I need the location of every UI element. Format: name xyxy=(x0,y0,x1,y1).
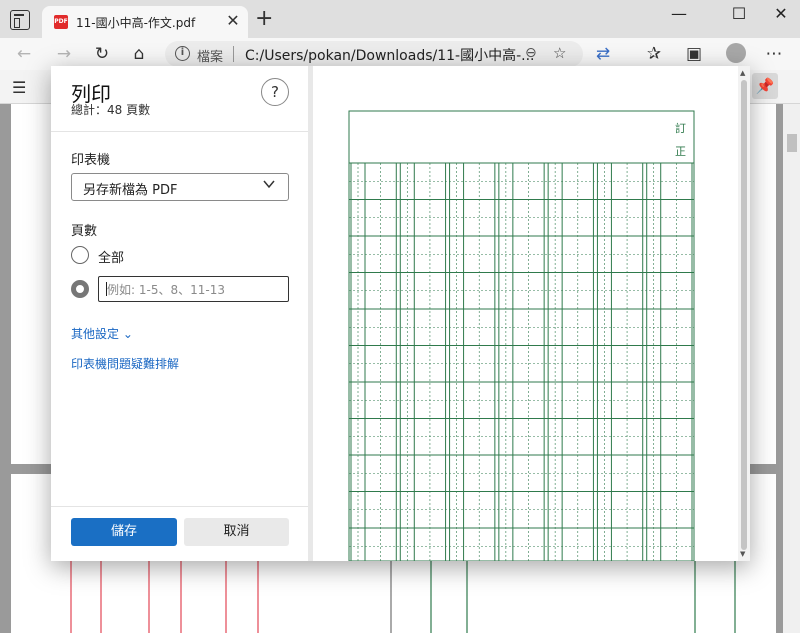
page-scrollbar[interactable] xyxy=(783,104,800,633)
window-menu-icon[interactable] xyxy=(10,10,30,30)
minimize-button[interactable]: — xyxy=(664,4,694,24)
help-icon[interactable]: ? xyxy=(261,78,289,106)
page-range-input[interactable]: 例如: 1-5、8、11-13 xyxy=(98,276,289,302)
troubleshoot-link[interactable]: 印表機問題疑難排解 xyxy=(71,355,179,372)
save-button[interactable]: 儲存 xyxy=(71,518,177,546)
new-tab-icon[interactable]: + xyxy=(255,8,273,30)
radio-all-pages[interactable] xyxy=(71,246,89,264)
address-bar[interactable]: i 檔案 C:/Users/pokan/Downloads/11-國小中高-..… xyxy=(165,41,583,67)
table-of-contents-icon[interactable]: ☰ xyxy=(12,78,26,97)
divider xyxy=(51,131,308,132)
composition-grid xyxy=(348,110,695,561)
printer-selected-value: 另存新檔為 PDF xyxy=(83,183,178,198)
print-dialog: 列印 總計：48 頁數 ? 印表機 另存新檔為 PDF 頁數 全部 例如: 1-… xyxy=(51,66,750,561)
tab-active[interactable]: PDF 11-國小中高-作文.pdf ✕ xyxy=(42,6,248,38)
preview-mark-1: 訂 xyxy=(675,122,686,135)
preview-mark-2: 正 xyxy=(675,145,686,158)
page-scrollbar-thumb[interactable] xyxy=(787,134,797,152)
tab-title: 11-國小中高-作文.pdf xyxy=(76,16,196,30)
add-favorite-icon[interactable]: ☆ xyxy=(553,44,566,62)
address-separator xyxy=(233,46,234,62)
scroll-down-icon[interactable]: ▼ xyxy=(740,550,745,558)
collections-icon[interactable]: ▣ xyxy=(682,43,706,65)
pages-label: 頁數 xyxy=(71,224,98,239)
info-icon[interactable]: i xyxy=(175,46,190,61)
pin-icon[interactable]: 📌 xyxy=(752,73,778,99)
printer-label: 印表機 xyxy=(71,153,111,168)
translate-icon[interactable]: ⇄ xyxy=(591,43,615,65)
page-range-placeholder: 例如: 1-5、8、11-13 xyxy=(107,283,225,297)
zoom-out-icon[interactable]: ⊖ xyxy=(525,45,537,61)
pdf-file-icon: PDF xyxy=(54,15,68,29)
profile-avatar[interactable] xyxy=(726,43,746,63)
printer-select[interactable]: 另存新檔為 PDF xyxy=(71,173,289,201)
radio-page-range[interactable] xyxy=(71,280,89,298)
divider xyxy=(51,506,308,507)
forward-arrow-icon[interactable]: → xyxy=(52,43,76,65)
address-scheme-label: 檔案 xyxy=(197,50,224,65)
back-arrow-icon[interactable]: ← xyxy=(12,43,36,65)
address-url[interactable]: C:/Users/pokan/Downloads/11-國小中高-... xyxy=(245,45,534,65)
maximize-button[interactable]: ☐ xyxy=(724,4,754,24)
print-settings-pane: 列印 總計：48 頁數 ? 印表機 另存新檔為 PDF 頁數 全部 例如: 1-… xyxy=(51,66,308,561)
cancel-button[interactable]: 取消 xyxy=(184,518,289,546)
preview-page: 訂 正 xyxy=(313,66,738,561)
scroll-up-icon[interactable]: ▲ xyxy=(740,69,745,77)
tab-close-icon[interactable]: ✕ xyxy=(224,12,242,30)
page-count: 總計：48 頁數 xyxy=(71,103,151,117)
chevron-down-icon xyxy=(262,177,276,195)
more-settings-link[interactable]: 其他設定 ⌄ xyxy=(71,325,133,342)
home-icon[interactable]: ⌂ xyxy=(127,43,151,65)
radio-all-label: 全部 xyxy=(98,251,125,266)
close-window-button[interactable]: ✕ xyxy=(766,4,796,24)
tab-strip: PDF 11-國小中高-作文.pdf ✕ + — ☐ ✕ xyxy=(0,0,800,38)
print-preview: 訂 正 ▲ ▼ xyxy=(308,66,750,561)
preview-scrollbar-thumb[interactable] xyxy=(741,80,747,550)
more-menu-icon[interactable]: ⋯ xyxy=(762,43,786,65)
favorites-icon[interactable]: ✰ xyxy=(642,43,666,65)
refresh-icon[interactable]: ↻ xyxy=(90,43,114,65)
